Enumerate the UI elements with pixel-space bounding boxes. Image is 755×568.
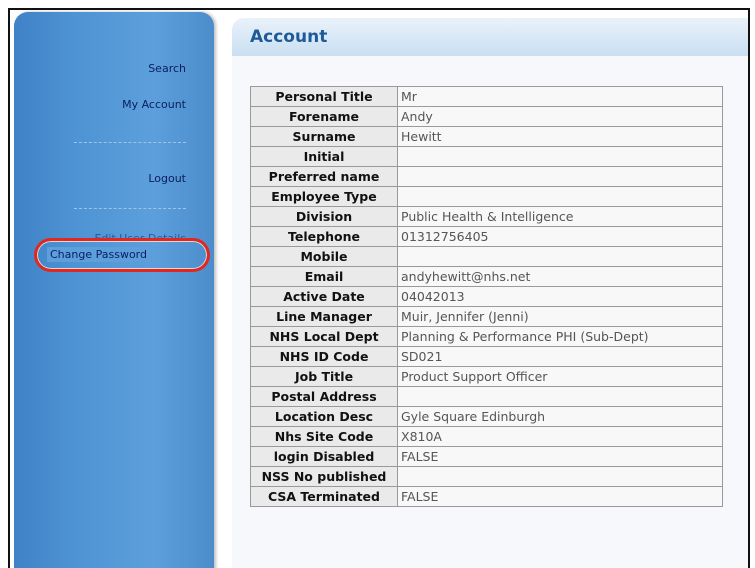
table-row: NHS Local Dept Planning & Performance PHI… [250,326,723,347]
field-label: Active Date [250,286,398,307]
field-label: NHS Local Dept [250,326,398,347]
field-label: Location Desc [250,406,398,427]
table-row: Location Desc Gyle Square Edinburgh [250,406,723,427]
field-label: NSS No published [250,466,398,487]
table-row: Division Public Health & Intelligence [250,206,723,227]
table-row: Forename Andy [250,106,723,127]
field-value: Mr [397,86,723,107]
field-value: Hewitt [397,126,723,147]
field-label: Initial [250,146,398,167]
table-row: Email andyhewitt@nhs.net [250,266,723,287]
field-value [397,186,723,207]
field-label: Personal Title [250,86,398,107]
field-value: SD021 [397,346,723,367]
field-value: FALSE [397,446,723,467]
window-frame: Search My Account Logout Edit User Detai… [8,8,750,568]
account-content: Personal Title Mr Forename Andy Surname Hewit… [232,56,748,568]
field-value: Planning & Performance PHI (Sub-Dept) [397,326,723,347]
field-value: 01312756405 [397,226,723,247]
field-value: Public Health & Intelligence [397,206,723,227]
field-label: Mobile [250,246,398,267]
field-value: 04042013 [397,286,723,307]
table-row: Postal Address [250,386,723,407]
page-title: Account [250,27,328,47]
table-row: Active Date 04042013 [250,286,723,307]
field-label: Surname [250,126,398,147]
main-panel: Account Personal Title Mr Forename Andy Surn… [232,18,748,568]
field-label: Postal Address [250,386,398,407]
field-label: login Disabled [250,446,398,467]
sidebar: Search My Account Logout Edit User Detai… [14,12,214,568]
sidebar-separator [74,142,186,143]
field-value [397,166,723,187]
table-row: Preferred name [250,166,723,187]
title-bar: Account [232,18,748,56]
field-value [397,386,723,407]
table-row: Mobile [250,246,723,267]
field-value: Product Support Officer [397,366,723,387]
sidebar-link-logout[interactable]: Logout [148,172,186,185]
table-row: Job Title Product Support Officer [250,366,723,387]
sidebar-separator [74,208,186,209]
field-value: Andy [397,106,723,127]
field-value: andyhewitt@nhs.net [397,266,723,287]
sidebar-link-search[interactable]: Search [148,62,186,75]
field-label: Nhs Site Code [250,426,398,447]
field-value: X810A [397,426,723,447]
table-row: NHS ID Code SD021 [250,346,723,367]
field-label: Job Title [250,366,398,387]
change-password-highlight: Change Password [34,238,210,272]
table-row: Personal Title Mr [250,86,723,107]
table-row: Nhs Site Code X810A [250,426,723,447]
field-label: Forename [250,106,398,127]
field-label: Division [250,206,398,227]
field-label: NHS ID Code [250,346,398,367]
field-value: Gyle Square Edinburgh [397,406,723,427]
table-row: Surname Hewitt [250,126,723,147]
table-row: Initial [250,146,723,167]
field-value [397,466,723,487]
field-label: Line Manager [250,306,398,327]
table-row: Line Manager Muir, Jennifer (Jenni) [250,306,723,327]
field-label: Email [250,266,398,287]
table-row: Employee Type [250,186,723,207]
field-value: Muir, Jennifer (Jenni) [397,306,723,327]
field-value [397,146,723,167]
field-label: Preferred name [250,166,398,187]
field-label: Employee Type [250,186,398,207]
field-value: FALSE [397,486,723,507]
field-label: Telephone [250,226,398,247]
sidebar-link-change-password[interactable]: Change Password [47,247,150,262]
table-row: Telephone 01312756405 [250,226,723,247]
account-details-table: Personal Title Mr Forename Andy Surname Hewit… [250,86,723,507]
field-value [397,246,723,267]
table-row: login Disabled FALSE [250,446,723,467]
field-label: CSA Terminated [250,486,398,507]
table-row: NSS No published [250,466,723,487]
table-row: CSA Terminated FALSE [250,486,723,507]
sidebar-link-my-account[interactable]: My Account [122,98,186,111]
